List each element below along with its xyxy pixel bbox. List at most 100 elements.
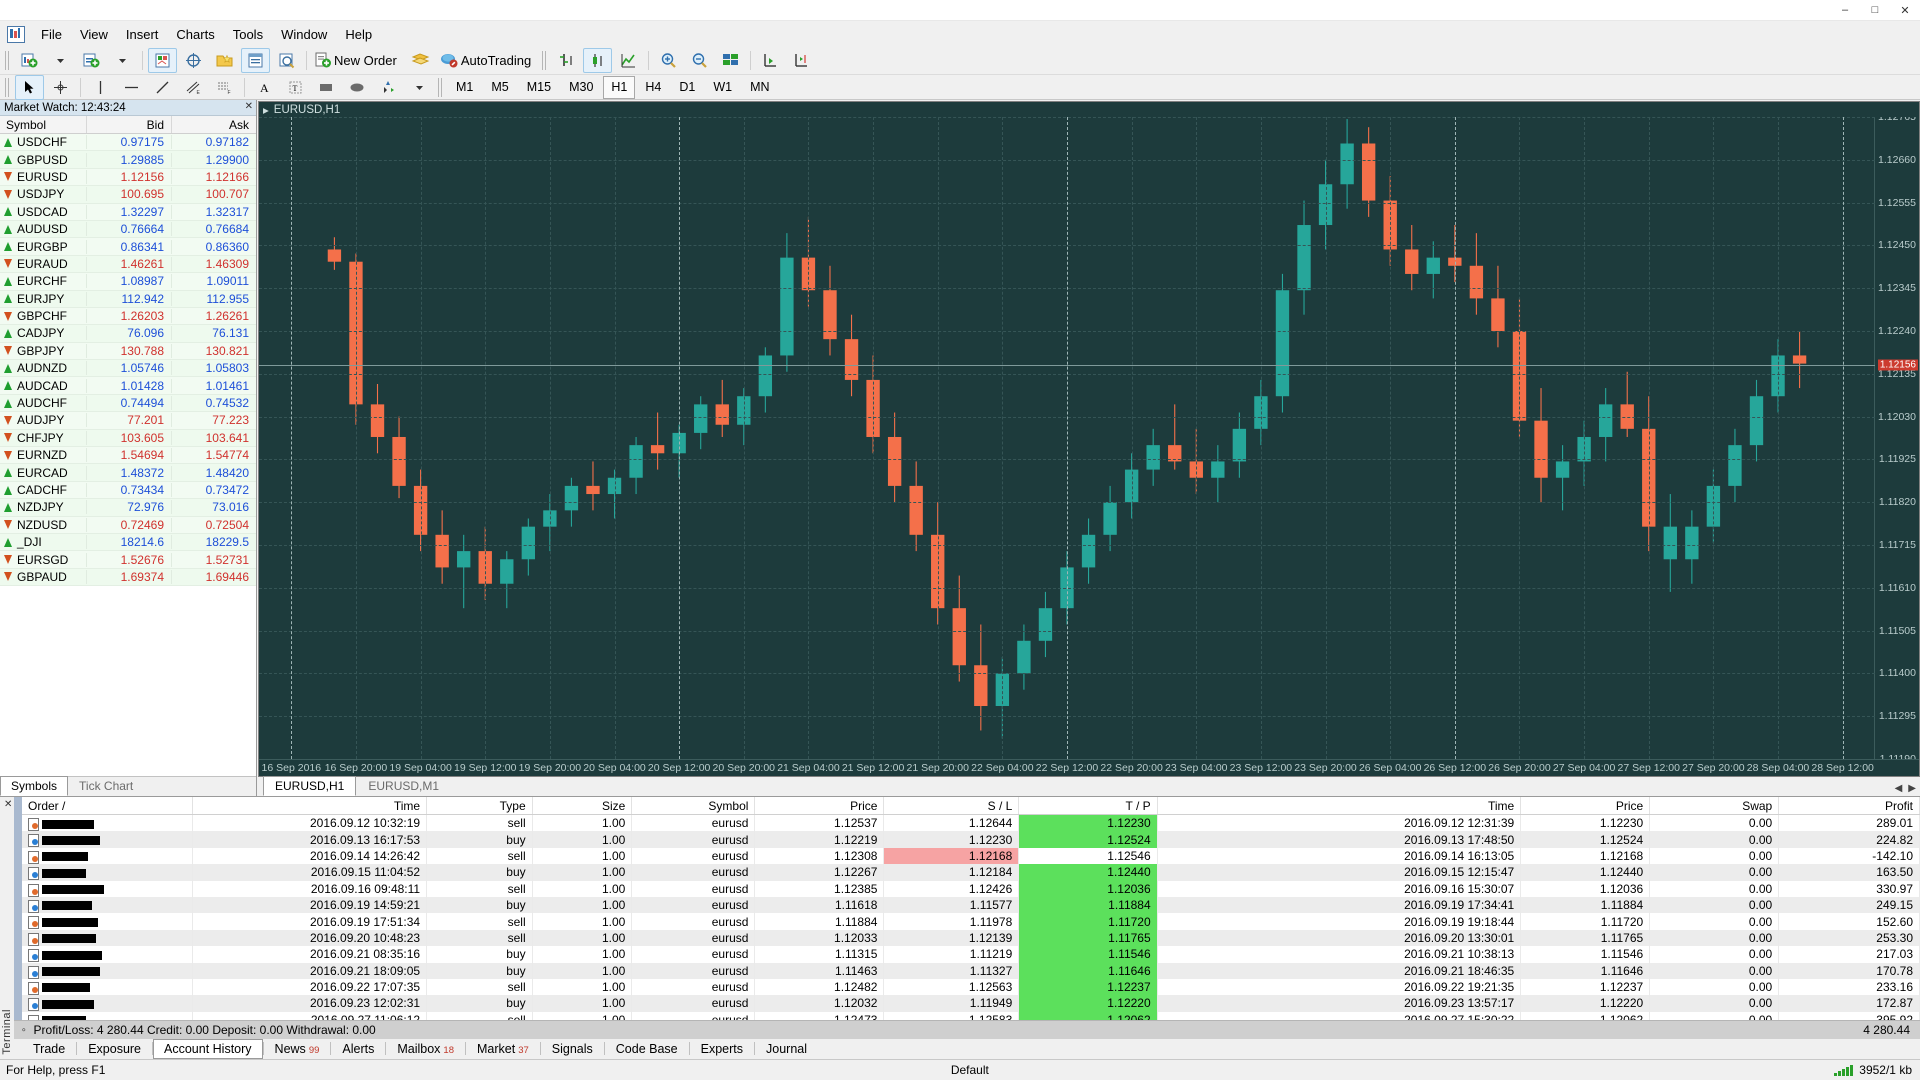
column-header-sl[interactable]: S / L [883,797,1020,815]
market-watch-row[interactable]: CHFJPY 103.605 103.641 [0,429,256,448]
bar-chart-button[interactable] [552,48,581,73]
market-watch-button[interactable] [148,48,177,73]
new-chart-dropdown-icon[interactable] [46,48,75,73]
data-window-button[interactable] [179,48,208,73]
new-chart-button[interactable] [15,48,44,73]
column-header-tp[interactable]: T / P [1018,797,1158,815]
timeframe-h4[interactable]: H4 [637,76,669,99]
market-watch-row[interactable]: CADJPY 76.096 76.131 [0,325,256,343]
market-watch-rows[interactable]: USDCHF 0.97175 0.97182 GBPUSD 1.29885 1.29900… [0,134,256,776]
market-watch-row[interactable]: USDJPY 100.695 100.707 [0,186,256,204]
column-header-bid[interactable]: Bid [86,116,171,133]
market-watch-row[interactable]: EURJPY 112.942 112.955 [0,290,256,308]
market-watch-row[interactable]: AUDNZD 1.05746 1.05803 [0,360,256,378]
column-header-order[interactable]: Order / [22,797,193,815]
table-row[interactable]: 2016.09.12 10:32:19 sell 1.00 eurusd 1.12537… [22,814,1920,832]
menu-item-tools[interactable]: Tools [224,24,272,45]
chart-tab-next-icon[interactable]: ▶ [1908,783,1916,794]
fibonacci-icon[interactable]: F [210,75,239,100]
text-label-icon[interactable]: T [281,75,310,100]
market-watch-row[interactable]: NZDUSD 0.72469 0.72504 [0,516,256,534]
terminal-tab-exposure[interactable]: Exposure [77,1039,152,1059]
terminal-tab-signals[interactable]: Signals [541,1039,604,1059]
market-watch-row[interactable]: NZDJPY 72.976 73.016 [0,499,256,517]
market-watch-row[interactable]: USDCHF 0.97175 0.97182 [0,134,256,152]
chart-restore-icon[interactable]: ▸ [263,103,269,117]
column-header-profit[interactable]: Profit [1778,797,1920,815]
timeframe-d1[interactable]: D1 [671,76,703,99]
menu-item-view[interactable]: View [71,24,117,45]
market-watch-row[interactable]: EURGBP 0.86341 0.86360 [0,238,256,256]
column-header-swap[interactable]: Swap [1649,797,1780,815]
terminal-tab-news[interactable]: News 99 [264,1039,331,1059]
toolbar-grip[interactable] [5,77,11,97]
close-button[interactable]: ✕ [1890,1,1920,19]
chart-price-axis[interactable]: 1.12765 1.12660 1.12555 1.12450 1.12345 1.122… [1874,117,1919,759]
toolbar-grip[interactable] [542,51,549,70]
trendline-icon[interactable] [148,75,177,100]
menu-item-charts[interactable]: Charts [167,24,223,45]
market-watch-row[interactable]: AUDUSD 0.76664 0.76684 [0,220,256,239]
market-watch-row[interactable]: EURCHF 1.08987 1.09011 [0,273,256,291]
terminal-close-icon[interactable]: ✕ [4,799,12,810]
table-row[interactable]: 2016.09.14 14:26:42 sell 1.00 eurusd 1.12308… [22,847,1920,865]
zoom-in-button[interactable] [654,48,683,73]
column-header-close-price[interactable]: Price [1520,797,1651,815]
strategy-tester-button[interactable] [272,48,301,73]
shift-end-button[interactable] [756,48,785,73]
market-watch-row[interactable]: GBPUSD 1.29885 1.29900 [0,151,256,169]
table-row[interactable]: 2016.09.13 16:17:53 buy 1.00 eurusd 1.12219 1… [22,831,1920,848]
table-row[interactable]: 2016.09.19 14:59:21 buy 1.00 eurusd 1.11618 1… [22,896,1920,914]
table-row[interactable]: 2016.09.15 11:04:52 buy 1.00 eurusd 1.12267 1… [22,864,1920,881]
column-header-symbol[interactable]: Symbol [0,116,86,133]
timeframe-m5[interactable]: M5 [483,76,516,99]
ellipse-icon[interactable] [343,75,372,100]
market-watch-row[interactable]: AUDCHF 0.74494 0.74532 [0,394,256,413]
market-watch-row[interactable]: _DJI 18214.6 18229.5 [0,533,256,552]
timeframe-m1[interactable]: M1 [448,76,481,99]
status-connection[interactable]: 3952/1 kb [1834,1063,1920,1077]
chart-time-axis[interactable]: 16 Sep 2016 16 Sep 20:00 19 Sep 04:00 19 Se… [259,759,1919,776]
account-history-table[interactable]: Order / Time Type Size Symbol Price S / … [22,797,1920,1021]
market-watch-row[interactable]: EURUSD 1.12156 1.12166 [0,168,256,187]
table-row[interactable]: 2016.09.16 09:48:11 sell 1.00 eurusd 1.12385… [22,880,1920,897]
terminal-tab-mailbox[interactable]: Mailbox 18 [386,1039,465,1059]
terminal-tab-alerts[interactable]: Alerts [331,1039,385,1059]
zoom-out-button[interactable] [685,48,714,73]
tab-symbols[interactable]: Symbols [0,776,69,796]
vertical-line-icon[interactable] [86,75,115,100]
menu-item-insert[interactable]: Insert [117,24,168,45]
text-icon[interactable]: A [250,75,279,100]
column-header-open-price[interactable]: Price [754,797,885,815]
terminal-tab-code-base[interactable]: Code Base [605,1039,689,1059]
new-order-button[interactable]: New Order [312,48,404,73]
cursor-icon[interactable] [15,74,44,100]
rectangle-icon[interactable] [312,75,341,100]
terminal-tab-account-history[interactable]: Account History [153,1038,263,1059]
table-row[interactable]: 2016.09.22 17:07:35 sell 1.00 eurusd 1.12482… [22,978,1920,996]
column-header-type[interactable]: Type [426,797,533,815]
table-row[interactable]: 2016.09.23 12:02:31 buy 1.00 eurusd 1.12032 1… [22,995,1920,1012]
timeframe-w1[interactable]: W1 [705,76,740,99]
market-watch-row[interactable]: AUDCAD 1.01428 1.01461 [0,377,256,395]
terminal-tab-market[interactable]: Market 37 [466,1039,540,1059]
candlestick-chart-button[interactable] [583,48,613,73]
market-watch-row[interactable]: GBPJPY 130.788 130.821 [0,342,256,361]
horizontal-line-icon[interactable] [117,75,146,100]
table-row[interactable]: 2016.09.27 11:06:12 sell 1.00 eurusd 1.12473… [22,1011,1920,1021]
market-watch-row[interactable]: EURSGD 1.52676 1.52731 [0,551,256,569]
line-chart-button[interactable] [614,48,643,73]
market-watch-row[interactable]: EURAUD 1.46261 1.46309 [0,255,256,274]
market-watch-row[interactable]: AUDJPY 77.201 77.223 [0,412,256,430]
market-watch-close-icon[interactable]: ✕ [245,101,253,112]
chart-tab-eurusd-m1[interactable]: EURUSD,M1 [356,776,451,796]
maximize-button[interactable]: □ [1860,1,1890,19]
column-header-close-time[interactable]: Time [1157,797,1522,815]
crosshair-icon[interactable] [46,75,75,100]
market-watch-row[interactable]: GBPAUD 1.69374 1.69446 [0,568,256,587]
timeframe-mn[interactable]: MN [742,76,777,99]
timeframe-m30[interactable]: M30 [561,76,601,99]
column-header-ask[interactable]: Ask [171,116,256,133]
auto-scroll-button[interactable] [787,48,816,73]
column-header-size[interactable]: Size [532,797,633,815]
